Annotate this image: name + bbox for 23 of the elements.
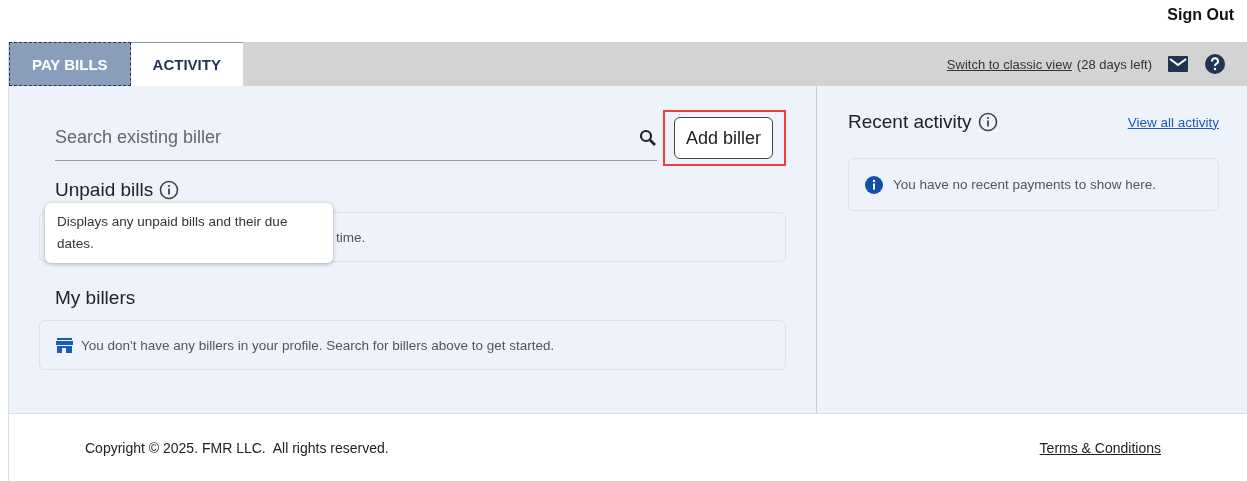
message-text: You don't have any billers in your profile. Search for billers above to get started. [81,337,555,353]
info-icon [865,175,883,194]
mail-icon[interactable] [1168,56,1188,72]
message-text: You have no recent payments to show here. [893,177,1156,192]
store-icon [56,337,73,353]
help-icon[interactable] [1205,54,1225,74]
info-icon[interactable] [159,180,180,200]
tooltip: Displays any unpaid bills and their due dates. [45,203,333,263]
copyright-text: Copyright © 2025. FMR LLC. All rights reserved. [85,439,389,456]
section-title: Unpaid bills [55,179,154,201]
tab[interactable]: ACTIVITY [130,42,243,86]
sign-out-link[interactable]: Sign Out [1167,6,1234,24]
view-all-activity-link[interactable]: View all activity [1127,114,1219,130]
days-left: (28 days left) [1076,56,1152,72]
search-icon[interactable] [638,129,657,147]
add-biller-button[interactable]: Add biller [673,117,773,159]
message-text: time. [336,229,366,245]
terms-link[interactable]: Terms & Conditions [1039,439,1161,456]
section-title: My billers [55,287,136,309]
section-title: Recent activity [848,111,972,133]
info-icon[interactable] [977,112,998,132]
classic-view-link[interactable]: Switch to classic view [946,56,1072,72]
search-field[interactable]: Search existing biller [55,115,657,161]
